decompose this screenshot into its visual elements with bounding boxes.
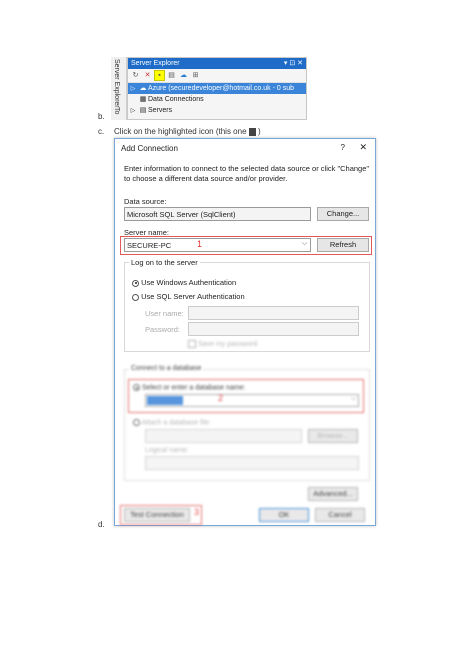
logical-name-input[interactable] bbox=[145, 456, 359, 470]
server-explorer-panel: Server Explorer ▾ ⊡ ✕ ↻ ✕ ▪ ▤ ☁ ⊞ ▷ ☁ Azur… bbox=[127, 57, 307, 120]
server-explorer-toolbar: ↻ ✕ ▪ ▤ ☁ ⊞ bbox=[128, 69, 306, 83]
logon-group-title: Log on to the server bbox=[129, 258, 200, 267]
azure-icon: ☁ bbox=[139, 85, 147, 92]
connect-to-server-icon[interactable]: ▤ bbox=[167, 71, 176, 80]
save-password-option[interactable]: Save my password bbox=[188, 340, 257, 348]
list-marker-d: d. bbox=[98, 520, 105, 529]
username-input[interactable] bbox=[188, 306, 359, 320]
server-name-combobox[interactable]: SECURE-PC bbox=[124, 238, 311, 252]
stop-icon[interactable]: ✕ bbox=[143, 71, 152, 80]
help-icon[interactable]: ? bbox=[341, 143, 345, 152]
panel-window-controls[interactable]: ▾ ⊡ ✕ bbox=[284, 58, 303, 69]
annotation-number-2: 2 bbox=[218, 393, 224, 403]
server-explorer-title-bar: Server Explorer ▾ ⊡ ✕ bbox=[128, 58, 306, 69]
advanced-button[interactable]: Advanced... bbox=[308, 487, 358, 501]
dialog-title: Add Connection bbox=[121, 144, 178, 153]
attach-db-option[interactable]: Attach a database file: bbox=[133, 419, 211, 426]
list-marker-c: c. bbox=[98, 127, 105, 136]
ok-button[interactable]: OK bbox=[259, 508, 309, 522]
dialog-description: Enter information to connect to the sele… bbox=[124, 164, 370, 183]
change-button[interactable]: Change... bbox=[317, 207, 369, 221]
step-c-text: Click on the highlighted icon (this one … bbox=[114, 127, 261, 136]
vertical-tab-strip: Server Explorer To bbox=[111, 57, 127, 120]
connect-group-title: Connect to a database bbox=[129, 365, 204, 372]
username-label: User name: bbox=[145, 309, 184, 318]
server-icon: ▤ bbox=[139, 107, 147, 114]
server-explorer-title: Server Explorer bbox=[131, 60, 180, 67]
select-db-radio[interactable] bbox=[133, 384, 140, 391]
sql-auth-radio[interactable] bbox=[132, 293, 139, 301]
connect-to-database-icon bbox=[248, 127, 256, 136]
attach-db-input[interactable] bbox=[145, 429, 302, 443]
browse-button[interactable]: Browse... bbox=[308, 429, 358, 443]
tree-item-servers[interactable]: ▷ ▤ Servers bbox=[128, 105, 306, 116]
windows-auth-option[interactable]: Use Windows Authentication bbox=[132, 278, 236, 287]
sql-auth-option[interactable]: Use SQL Server Authentication bbox=[132, 292, 245, 301]
expand-arrow-icon[interactable]: ▷ bbox=[128, 106, 138, 117]
save-password-checkbox[interactable] bbox=[188, 340, 196, 348]
database-selected-highlight bbox=[147, 396, 183, 405]
attach-db-radio[interactable] bbox=[133, 419, 140, 426]
password-label: Password: bbox=[145, 325, 181, 334]
add-connection-dialog: Add Connection ? ✕ Enter information to … bbox=[114, 138, 376, 526]
blurred-region: Save my password Connect to a database S… bbox=[115, 335, 375, 525]
properties-icon[interactable]: ⊞ bbox=[191, 71, 200, 80]
list-marker-b: b. bbox=[98, 112, 105, 121]
tree-item-data-connections[interactable]: ▦ Data Connections bbox=[128, 94, 306, 105]
azure-icon[interactable]: ☁ bbox=[179, 71, 188, 80]
data-source-field: Microsoft SQL Server (SqlClient) bbox=[124, 207, 311, 221]
database-icon: ▦ bbox=[139, 96, 147, 103]
chevron-down-icon[interactable]: ⌵ bbox=[302, 240, 307, 248]
refresh-icon[interactable]: ↻ bbox=[131, 71, 140, 80]
annotation-number-1: 1 bbox=[197, 239, 203, 249]
tree-item-azure[interactable]: ▷ ☁ Azure (securedeveloper@hotmail.co.uk -… bbox=[128, 83, 306, 94]
cancel-button[interactable]: Cancel bbox=[315, 508, 365, 522]
data-source-label: Data source: bbox=[124, 197, 167, 206]
test-connection-button[interactable]: Test Connection bbox=[124, 508, 190, 522]
annotation-number-3: 3 bbox=[194, 507, 200, 517]
windows-auth-radio[interactable] bbox=[132, 279, 139, 287]
refresh-button[interactable]: Refresh bbox=[317, 238, 369, 252]
chevron-down-icon[interactable]: ⌵ bbox=[351, 395, 356, 403]
logical-name-label: Logical name: bbox=[145, 447, 189, 454]
connect-to-database-icon[interactable]: ▪ bbox=[154, 70, 165, 81]
select-db-option[interactable]: Select or enter a database name: bbox=[133, 384, 245, 391]
vertical-tab-toolbox[interactable]: To bbox=[113, 107, 120, 114]
password-input[interactable] bbox=[188, 322, 359, 336]
close-icon[interactable]: ✕ bbox=[359, 142, 367, 153]
vertical-tab-server-explorer[interactable]: Server Explorer bbox=[113, 59, 120, 108]
